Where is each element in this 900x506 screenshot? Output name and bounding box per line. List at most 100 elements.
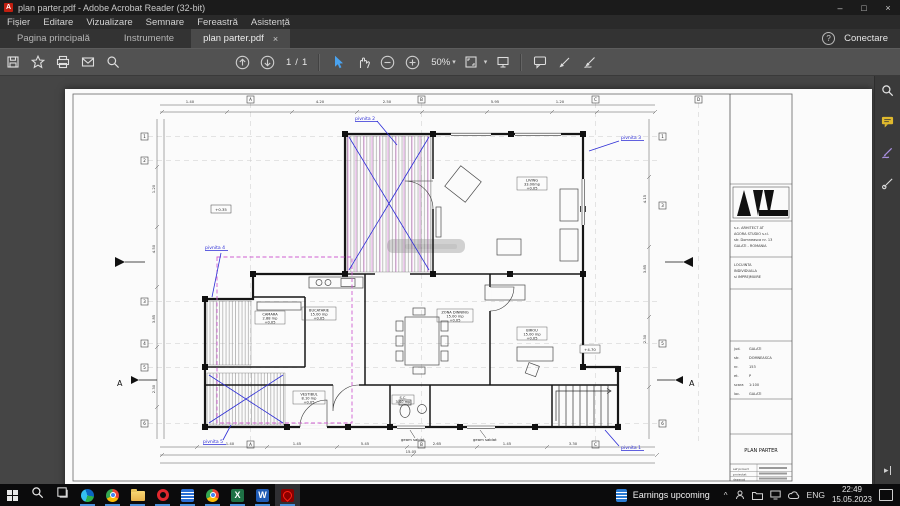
taskbar-excel[interactable]: X	[225, 484, 250, 506]
restore-button[interactable]: □	[852, 3, 876, 13]
svg-text:+0.05: +0.05	[526, 187, 537, 191]
taskbar-search-button[interactable]	[25, 484, 50, 506]
print-button[interactable]	[50, 51, 75, 73]
right-tool-panel: ▸	[874, 76, 900, 484]
pen-icon	[558, 55, 572, 69]
tab-document[interactable]: plan parter.pdf ×	[191, 29, 290, 48]
svg-text:6: 6	[143, 421, 146, 426]
taskbar-word[interactable]: W	[250, 484, 275, 506]
search-icon	[31, 486, 44, 504]
email-button[interactable]	[75, 51, 100, 73]
annotation-pivnita-2: pivnita 2	[355, 116, 375, 122]
news-widget[interactable]: Earnings upcoming	[616, 489, 710, 502]
fill-sign-tool-button[interactable]	[577, 51, 602, 73]
panel-comment-button[interactable]	[880, 116, 896, 132]
notification-center-icon[interactable]	[879, 489, 893, 501]
svg-text:1.40: 1.40	[186, 99, 195, 104]
zoom-out-button[interactable]	[375, 51, 400, 73]
svg-text:4.15: 4.15	[642, 194, 647, 203]
favorite-button[interactable]	[25, 51, 50, 73]
panel-fill-sign-button[interactable]	[880, 147, 896, 163]
zoom-out-icon	[380, 55, 395, 70]
svg-text:15.05: 15.05	[406, 449, 417, 454]
taskbar-notes-app[interactable]	[175, 484, 200, 506]
sign-tool-button[interactable]	[552, 51, 577, 73]
page-down-button[interactable]	[255, 51, 280, 73]
comment-icon	[881, 115, 894, 133]
comment-tool-button[interactable]	[527, 51, 552, 73]
panel-edit-pdf-button[interactable]	[880, 178, 896, 194]
panel-expand-button[interactable]: ▸	[884, 465, 891, 476]
tab-close-icon[interactable]: ×	[273, 34, 278, 44]
help-icon[interactable]: ?	[822, 32, 835, 45]
fit-page-button[interactable]	[459, 51, 484, 73]
hand-icon	[356, 55, 370, 69]
tab-home[interactable]: Pagina principală	[0, 29, 107, 48]
firm-logo	[737, 190, 788, 216]
windows-logo-icon	[7, 490, 18, 501]
tray-folder-icon[interactable]	[752, 491, 763, 500]
svg-text:5: 5	[143, 365, 146, 370]
page-up-button[interactable]	[230, 51, 255, 73]
task-view-button[interactable]	[50, 484, 75, 506]
tray-chevron-icon[interactable]: ^	[724, 491, 728, 500]
panel-search-button[interactable]	[880, 85, 896, 101]
find-button[interactable]	[100, 51, 125, 73]
tray-display-icon[interactable]	[770, 490, 781, 500]
star-icon	[31, 55, 45, 69]
menu-semnare[interactable]: Semnare	[146, 17, 185, 28]
section-letter-left: A	[117, 379, 123, 388]
taskbar-chrome[interactable]	[100, 484, 125, 506]
start-button[interactable]	[0, 484, 25, 506]
sign-in-button[interactable]: Conectare	[844, 33, 888, 44]
tabbar-right: ? Conectare	[822, 29, 900, 48]
language-indicator[interactable]: ENG	[807, 490, 825, 500]
svg-text:1.40: 1.40	[226, 441, 235, 446]
svg-text:5: 5	[661, 341, 664, 346]
svg-text:6: 6	[661, 421, 664, 426]
scroll-mode-button[interactable]	[490, 51, 515, 73]
tab-tools[interactable]: Instrumente	[107, 29, 191, 48]
svg-text:str. Domneasca nr. 13: str. Domneasca nr. 13	[734, 238, 772, 242]
taskbar-acrobat[interactable]	[275, 484, 300, 506]
tray-person-icon[interactable]	[735, 490, 745, 500]
tab-bar: Pagina principală Instrumente plan parte…	[0, 29, 900, 48]
comment-icon	[533, 55, 547, 69]
save-button[interactable]	[0, 51, 25, 73]
svg-text:si IMPREJMUIRE: si IMPREJMUIRE	[734, 275, 761, 279]
taskbar-opera[interactable]	[150, 484, 175, 506]
zoom-in-icon	[405, 55, 420, 70]
zoom-level[interactable]: 50%	[431, 57, 450, 68]
pdf-page[interactable]: ABCD 123456 1356 ABC 1.404	[65, 89, 872, 484]
menu-fereastra[interactable]: Fereastră	[197, 17, 238, 28]
menu-fisier[interactable]: Fișier	[7, 17, 30, 28]
svg-text:s.c. ARHITECT AT: s.c. ARHITECT AT	[734, 226, 765, 230]
close-button[interactable]: ×	[876, 3, 900, 13]
hand-tool-button[interactable]	[350, 51, 375, 73]
menu-editare[interactable]: Editare	[43, 17, 73, 28]
menu-asistenta[interactable]: Asistență	[251, 17, 290, 28]
svg-text:+0.05: +0.05	[313, 317, 324, 321]
menu-vizualizare[interactable]: Vizualizare	[86, 17, 132, 28]
svg-text:1.20: 1.20	[151, 184, 156, 193]
taskbar-browser-2[interactable]	[200, 484, 225, 506]
zoom-caret-icon[interactable]: ▾	[452, 58, 456, 66]
folder-icon	[131, 491, 145, 501]
page-current[interactable]: 1	[286, 57, 291, 68]
svg-text:3.40 mp: 3.40 mp	[396, 400, 412, 404]
floor-plan-drawing: ABCD 123456 1356 ABC 1.404	[65, 89, 872, 484]
taskbar-file-explorer[interactable]	[125, 484, 150, 506]
tray-cloud-icon[interactable]	[788, 491, 800, 500]
acrobat-icon	[281, 489, 294, 502]
fit-caret-icon[interactable]: ▾	[484, 58, 488, 66]
zoom-in-button[interactable]	[400, 51, 425, 73]
toolbar: 1 / 1 50% ▾ ▾	[0, 48, 900, 76]
svg-text:jud.: jud.	[733, 347, 741, 351]
clock[interactable]: 22:49 15.05.2023	[832, 485, 872, 505]
taskbar-edge[interactable]	[75, 484, 100, 506]
select-tool-button[interactable]	[325, 51, 350, 73]
room-living: LIVING33.00mp+0.05	[524, 178, 541, 190]
search-icon	[106, 55, 120, 69]
svg-text:P: P	[749, 374, 751, 378]
minimize-button[interactable]: –	[828, 3, 852, 13]
